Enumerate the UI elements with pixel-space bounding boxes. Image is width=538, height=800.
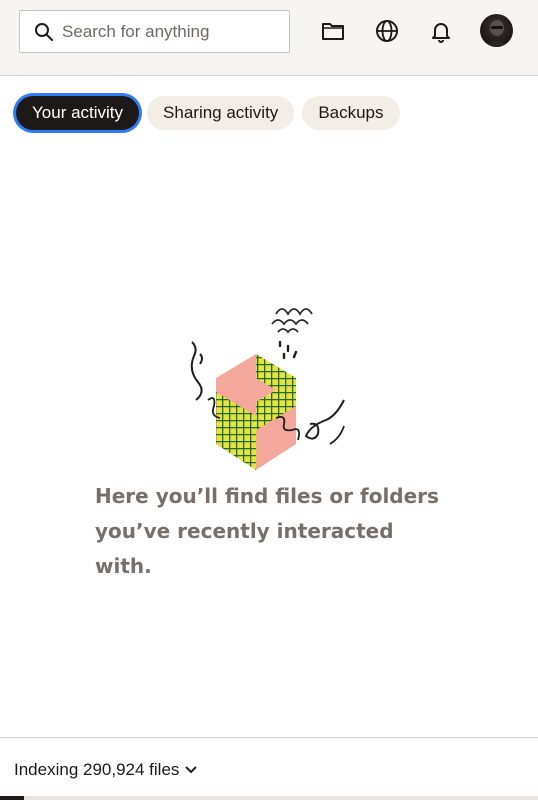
notifications-button[interactable]	[426, 16, 456, 46]
empty-state-box-illustration	[190, 308, 345, 470]
avatar[interactable]	[480, 14, 513, 47]
tab-your-activity[interactable]: Your activity	[16, 96, 140, 130]
search-icon	[35, 22, 53, 41]
folder-button[interactable]	[318, 16, 348, 46]
bell-icon	[432, 23, 450, 43]
search-input[interactable]	[62, 21, 282, 42]
globe-button[interactable]	[372, 16, 402, 46]
user-avatar-icon	[485, 20, 509, 47]
bottom-progress-mark	[0, 796, 24, 800]
empty-state-message: Here you’ll find files or folders you’ve…	[95, 484, 439, 578]
activity-tabs: Your activity Sharing activity Backups	[16, 96, 400, 130]
tab-sharing-activity[interactable]: Sharing activity	[147, 96, 295, 130]
indexing-status-button[interactable]: Indexing 290,924 files	[14, 760, 198, 780]
bottom-progress-track	[0, 796, 538, 800]
top-bar	[0, 0, 538, 76]
search-box[interactable]	[19, 10, 290, 53]
indexing-status-text: Indexing 290,924 files	[14, 760, 180, 779]
tab-backups[interactable]: Backups	[302, 96, 400, 130]
chevron-down-icon	[185, 766, 198, 774]
indexing-footer: Indexing 290,924 files	[0, 737, 538, 800]
folder-icon	[322, 23, 344, 40]
globe-icon	[376, 20, 398, 42]
